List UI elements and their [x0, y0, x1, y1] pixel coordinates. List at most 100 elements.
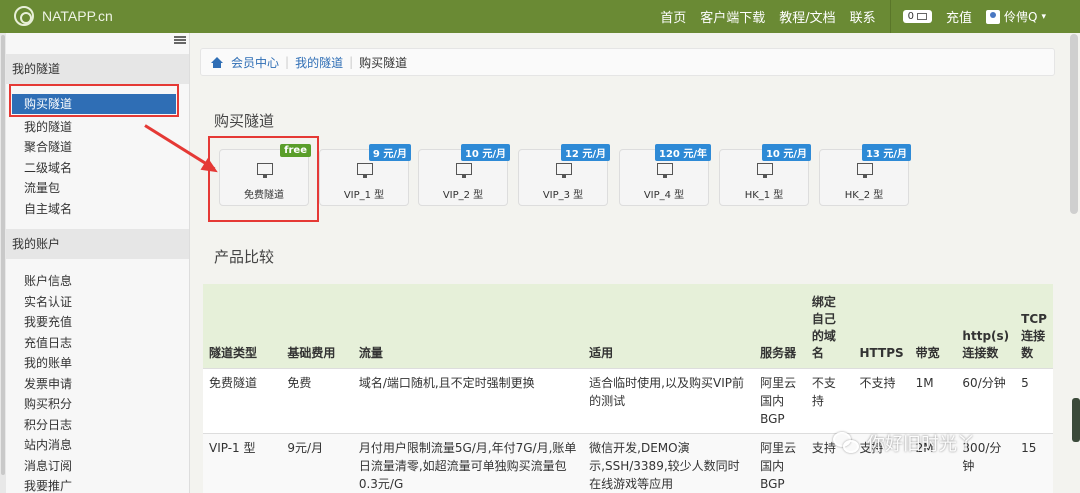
table-header: TCP 连接数	[1015, 284, 1053, 368]
table-header: HTTPS	[853, 284, 910, 368]
user-menu[interactable]: 伶俜Q ▾	[986, 8, 1046, 25]
plan-name: VIP_4 型	[643, 190, 685, 201]
plan-name: VIP_1 型	[343, 190, 385, 201]
menu-toggle-icon[interactable]	[174, 36, 186, 44]
breadcrumb-member-center[interactable]: 会员中心	[231, 54, 279, 71]
compare-section-title: 产品比较	[214, 248, 275, 266]
cart-badge: 0	[902, 10, 932, 23]
table-cell: 阿里云国内BGP	[754, 367, 806, 433]
annotation-highlight-free-plan	[208, 136, 319, 222]
user-icon	[986, 9, 1001, 24]
home-icon[interactable]	[211, 56, 223, 68]
plan-name: HK_1 型	[744, 190, 784, 201]
plan-card-hk1[interactable]: 10 元/月 HK_1 型	[719, 144, 811, 206]
breadcrumb-separator: |	[349, 55, 354, 69]
breadcrumb-current: 购买隧道	[359, 55, 408, 70]
breadcrumb: 会员中心 | 我的隧道 | 购买隧道	[200, 48, 1055, 76]
sidebar-item-buy-points[interactable]: 购买积分	[24, 395, 72, 412]
plan-name: VIP_2 型	[442, 190, 484, 201]
table-header: 基础费用	[281, 284, 353, 368]
sidebar-item-messages[interactable]: 站内消息	[24, 436, 72, 453]
table-header: 带宽	[909, 284, 957, 368]
user-name: 伶俜Q	[1004, 10, 1038, 24]
compare-table: 隧道类型 基础费用 流量 适用 服务器 绑定自己的域名 HTTPS 带宽 htt…	[203, 284, 1053, 493]
plan-name: VIP_3 型	[542, 190, 584, 201]
table-header: 隧道类型	[203, 284, 282, 368]
annotation-highlight-sidebar	[9, 84, 179, 117]
table-cell: 9元/月	[281, 432, 353, 493]
sidebar-section-account: 我的账户	[6, 229, 189, 259]
table-cell: 1M	[909, 367, 957, 433]
table-header: 绑定自己的域名	[805, 284, 854, 368]
page-scrollbar[interactable]	[1070, 34, 1078, 214]
sidebar-item-my-bills[interactable]: 我的账单	[24, 354, 72, 371]
brand[interactable]: NATAPP.cn	[14, 6, 113, 26]
sidebar-item-traffic-pack[interactable]: 流量包	[24, 179, 60, 196]
sidebar-item-subscriptions[interactable]: 消息订阅	[24, 457, 72, 474]
sidebar-scrollbar[interactable]	[0, 33, 6, 493]
table-cell: 15	[1015, 432, 1053, 493]
table-cell: 适合临时使用,以及购买VIP前的测试	[583, 367, 755, 433]
sidebar-section-tunnels: 我的隧道	[6, 54, 189, 84]
table-cell: 60/分钟	[956, 367, 1016, 433]
sidebar-item-aggregate-tunnels[interactable]: 聚合隧道	[24, 138, 72, 155]
table-header: http(s) 连接数	[956, 284, 1016, 368]
table-cell: 域名/端口随机,且不定时强制更换	[352, 367, 584, 433]
watermark-text: 你好旧时光丫	[867, 434, 975, 455]
monitor-icon	[757, 163, 773, 178]
nav-link-contact[interactable]: 联系	[850, 7, 876, 26]
envelope-icon	[917, 13, 927, 20]
table-header: 服务器	[754, 284, 806, 368]
sidebar-item-verification[interactable]: 实名认证	[24, 293, 72, 310]
cart-count: 0	[907, 11, 914, 22]
sidebar-item-subdomain[interactable]: 二级域名	[24, 159, 72, 176]
table-cell: 微信开发,DEMO演示,SSH/3389,较少人数同时在线游戏等应用	[583, 432, 755, 493]
table-header: 流量	[352, 284, 584, 368]
monitor-icon	[657, 163, 673, 178]
top-navbar: NATAPP.cn 首页 客户端下载 教程/文档 联系 0 充值 伶俜Q ▾	[0, 0, 1080, 33]
table-cell: 不支持	[853, 367, 910, 433]
brand-logo-icon	[14, 6, 34, 26]
plan-card-vip3[interactable]: 12 元/月 VIP_3 型	[518, 144, 610, 206]
sidebar-item-account-info[interactable]: 账户信息	[24, 272, 72, 289]
table-cell: VIP-1 型	[203, 432, 282, 493]
plan-price-badge: 13 元/月	[861, 144, 911, 161]
page-scroll-indicator[interactable]	[1072, 398, 1080, 442]
plan-card-vip1[interactable]: 9 元/月 VIP_1 型	[319, 144, 411, 206]
nav-link-download[interactable]: 客户端下载	[700, 7, 765, 26]
nav-link-docs[interactable]: 教程/文档	[779, 7, 835, 26]
sidebar-item-recharge[interactable]: 我要充值	[24, 313, 72, 330]
nav-right: 首页 客户端下载 教程/文档 联系 0 充值 伶俜Q ▾	[660, 0, 1080, 33]
sidebar-item-promotion[interactable]: 我要推广	[24, 477, 72, 493]
nav-link-home[interactable]: 首页	[660, 7, 686, 26]
table-cell: 阿里云国内BGP	[754, 432, 806, 493]
cart-button[interactable]: 0	[902, 10, 932, 23]
plan-card-hk2[interactable]: 13 元/月 HK_2 型	[819, 144, 911, 206]
plan-price-badge: 10 元/月	[761, 144, 811, 161]
sidebar-scroll-thumb[interactable]	[1, 35, 5, 475]
table-header: 适用	[583, 284, 755, 368]
sidebar-item-points-log[interactable]: 积分日志	[24, 416, 72, 433]
plan-price-badge: 10 元/月	[460, 144, 510, 161]
plan-price-badge: 9 元/月	[368, 144, 411, 161]
plan-card-vip2[interactable]: 10 元/月 VIP_2 型	[418, 144, 510, 206]
monitor-icon	[556, 163, 572, 178]
breadcrumb-my-tunnels[interactable]: 我的隧道	[295, 54, 343, 71]
table-cell: 不支持	[805, 367, 854, 433]
plan-price-badge: 12 元/月	[560, 144, 610, 161]
recharge-link[interactable]: 充值	[946, 7, 972, 26]
chevron-down-icon: ▾	[1041, 11, 1046, 22]
sidebar-item-custom-domain[interactable]: 自主域名	[24, 200, 72, 217]
plan-card-vip4[interactable]: 120 元/年 VIP_4 型	[619, 144, 711, 206]
table-cell: 免费	[281, 367, 353, 433]
plan-name: HK_2 型	[844, 190, 884, 201]
sidebar-item-my-tunnels[interactable]: 我的隧道	[24, 118, 72, 135]
plan-price-badge: 120 元/年	[654, 144, 711, 161]
monitor-icon	[456, 163, 472, 178]
sidebar-item-invoice[interactable]: 发票申请	[24, 375, 72, 392]
sidebar-item-recharge-log[interactable]: 充值日志	[24, 334, 72, 351]
monitor-icon	[357, 163, 373, 178]
table-row: 免费隧道 免费 域名/端口随机,且不定时强制更换 适合临时使用,以及购买VIP前…	[203, 367, 1053, 433]
table-cell: 5	[1015, 367, 1053, 433]
brand-name: NATAPP.cn	[42, 8, 113, 24]
